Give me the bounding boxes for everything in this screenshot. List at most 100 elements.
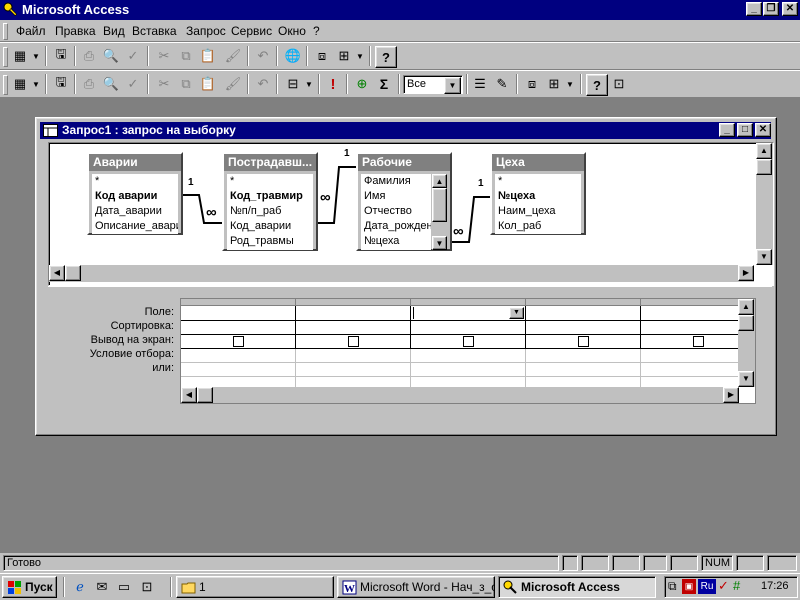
menu-query[interactable]: Запрос <box>186 24 226 38</box>
paste-icon[interactable]: 📋 <box>198 74 218 94</box>
view-dropdown-icon[interactable]: ▼ <box>30 74 42 94</box>
scroll-right-icon[interactable]: ▶ <box>723 387 739 403</box>
query-type-dropdown-icon[interactable]: ▼ <box>303 74 315 94</box>
close-button[interactable]: ✕ <box>782 2 798 16</box>
minimize-button[interactable]: _ <box>746 2 762 16</box>
scroll-left-icon[interactable]: ◀ <box>49 265 65 281</box>
totals-icon[interactable]: Σ <box>374 74 394 94</box>
taskbar-button-access-active[interactable]: Microsoft Access <box>498 576 656 598</box>
menu-view[interactable]: Вид <box>103 24 125 38</box>
office-assistant-icon[interactable]: ⊡ <box>609 74 629 94</box>
grid-hscroll[interactable]: ◀ ▶ <box>181 387 739 403</box>
query-close-button[interactable]: ✕ <box>755 123 771 137</box>
tray-antivirus-icon[interactable]: ▣ <box>682 579 696 594</box>
copy-icon[interactable]: ⧉ <box>176 46 196 66</box>
save-icon[interactable]: 🖫 <box>51 46 71 66</box>
menu-insert[interactable]: Вставка <box>132 24 177 38</box>
menu-help[interactable]: ? <box>313 24 320 38</box>
format-painter-icon[interactable]: 🖌 <box>223 74 243 94</box>
tray-hash-icon[interactable]: # <box>733 578 740 593</box>
outlook-express-icon[interactable]: ✉ <box>92 577 112 597</box>
spelling-icon[interactable]: ✓ <box>123 74 143 94</box>
save-icon[interactable]: 🖫 <box>51 74 71 94</box>
print-preview-icon[interactable]: 🔍 <box>101 46 121 66</box>
tray-app-icon[interactable]: ⧉ <box>668 579 677 594</box>
column-selector[interactable] <box>411 299 526 306</box>
menu-window[interactable]: Окно <box>278 24 306 38</box>
menu-tools[interactable]: Сервис <box>231 24 272 38</box>
table-pane-hscroll[interactable]: ◀ ▶ <box>49 265 754 282</box>
scroll-thumb[interactable] <box>197 387 213 403</box>
print-preview-icon[interactable]: 🔍 <box>101 74 121 94</box>
view-dropdown-icon[interactable]: ▼ <box>30 46 42 66</box>
show-desktop-icon[interactable]: ▭ <box>114 577 134 597</box>
scroll-right-icon[interactable]: ▶ <box>738 265 754 281</box>
build-icon[interactable]: ✎ <box>492 74 512 94</box>
print-icon[interactable]: ⎙ <box>79 46 99 66</box>
cut-icon[interactable]: ✂ <box>154 46 174 66</box>
scroll-thumb[interactable] <box>65 265 81 281</box>
query-title-bar[interactable]: Запрос1 : запрос на выборку _ □ ✕ <box>40 122 771 139</box>
query-type-icon[interactable]: ⊟ <box>283 74 303 94</box>
copy-icon[interactable]: ⧉ <box>176 74 196 94</box>
table-pane-vscroll[interactable]: ▲ ▼ <box>756 143 773 265</box>
query-minimize-button[interactable]: _ <box>719 123 735 137</box>
new-object-dropdown-icon[interactable]: ▼ <box>564 74 576 94</box>
run-icon[interactable]: ! <box>323 74 343 94</box>
show-checkbox[interactable] <box>348 336 359 347</box>
chevron-down-icon[interactable]: ▼ <box>444 77 461 94</box>
tray-language-indicator[interactable]: Ru <box>698 579 716 594</box>
toolbar-grip[interactable] <box>3 75 8 95</box>
scroll-thumb[interactable] <box>756 159 772 175</box>
query-window[interactable]: Запрос1 : запрос на выборку _ □ ✕ Аварии… <box>35 117 777 436</box>
paste-icon[interactable]: 📋 <box>198 46 218 66</box>
query-maximize-button[interactable]: □ <box>737 123 753 137</box>
scroll-left-icon[interactable]: ◀ <box>181 387 197 403</box>
scroll-thumb[interactable] <box>738 315 754 331</box>
show-checkbox[interactable] <box>693 336 704 347</box>
table-pane[interactable]: Аварии * Код аварии Дата_аварии Описание… <box>48 142 774 286</box>
scroll-down-icon[interactable]: ▼ <box>738 371 754 387</box>
cut-icon[interactable]: ✂ <box>154 74 174 94</box>
print-icon[interactable]: ⎙ <box>79 74 99 94</box>
database-window-icon[interactable]: ⧈ <box>312 46 332 66</box>
field-dropdown-icon[interactable]: ▼ <box>509 307 524 319</box>
undo-icon[interactable]: ↶ <box>253 74 273 94</box>
help-icon[interactable]: ? <box>375 46 397 68</box>
scroll-up-icon[interactable]: ▲ <box>738 299 754 315</box>
design-grid-pane[interactable]: Поле: Сортировка: Вывод на экран: Услови… <box>48 290 772 412</box>
new-object-dropdown-icon[interactable]: ▼ <box>354 46 366 66</box>
show-checkbox[interactable] <box>578 336 589 347</box>
view-table-icon[interactable]: ▦ <box>10 74 30 94</box>
channels-icon[interactable]: ⊡ <box>137 577 157 597</box>
undo-icon[interactable]: ↶ <box>253 46 273 66</box>
taskbar-button-folder[interactable]: 1 <box>176 576 334 598</box>
design-grid[interactable]: ▼ ▲ ▼ ◀ ▶ <box>180 298 756 404</box>
show-checkbox[interactable] <box>233 336 244 347</box>
taskbar-button-word[interactable]: W Microsoft Word - Нач_з_о... <box>337 576 495 598</box>
new-object-icon[interactable]: ⊞ <box>334 46 354 66</box>
properties-icon[interactable]: ☰ <box>470 74 490 94</box>
spelling-icon[interactable]: ✓ <box>123 46 143 66</box>
scroll-down-icon[interactable]: ▼ <box>756 249 772 265</box>
app-title-bar[interactable]: Microsoft Access _ ❐ ✕ <box>0 0 800 20</box>
restore-button[interactable]: ❐ <box>763 2 779 16</box>
internet-explorer-icon[interactable]: ℯ <box>70 577 90 597</box>
menu-grip[interactable] <box>3 23 8 40</box>
menu-edit[interactable]: Правка <box>55 24 96 38</box>
database-window-icon[interactable]: ⧈ <box>522 74 542 94</box>
column-selector[interactable] <box>526 299 641 306</box>
show-checkbox[interactable] <box>463 336 474 347</box>
tray-checkmark-icon[interactable]: ✓ <box>718 578 729 594</box>
column-selector[interactable] <box>181 299 296 306</box>
new-object-icon[interactable]: ⊞ <box>544 74 564 94</box>
web-globe-icon[interactable]: 🌐 <box>283 46 303 66</box>
show-table-icon[interactable]: ⊕ <box>352 74 372 94</box>
menu-file[interactable]: Файл <box>16 24 46 38</box>
grid-vscroll[interactable]: ▲ ▼ <box>738 299 755 387</box>
format-painter-icon[interactable]: 🖌 <box>223 46 243 66</box>
start-button[interactable]: Пуск <box>2 576 57 598</box>
scroll-up-icon[interactable]: ▲ <box>756 143 772 159</box>
help-icon[interactable]: ? <box>586 74 608 96</box>
view-table-icon[interactable]: ▦ <box>10 46 30 66</box>
